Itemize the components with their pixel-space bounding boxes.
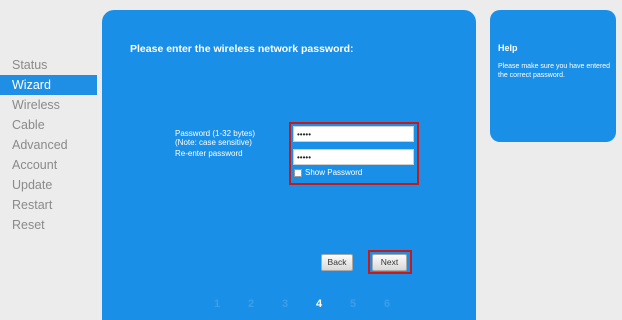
step-3: 3 bbox=[281, 298, 289, 310]
sidebar-item-status[interactable]: Status bbox=[0, 55, 97, 75]
next-button[interactable]: Next bbox=[372, 254, 407, 271]
reenter-password-input[interactable] bbox=[293, 149, 414, 165]
step-5: 5 bbox=[349, 298, 357, 310]
step-4-current: 4 bbox=[315, 298, 323, 310]
sidebar-item-reset[interactable]: Reset bbox=[0, 215, 97, 235]
password-input[interactable] bbox=[293, 126, 414, 142]
show-password-label: Show Password bbox=[305, 168, 363, 177]
reenter-password-label: Re-enter password bbox=[175, 149, 243, 158]
show-password-checkbox[interactable] bbox=[294, 168, 302, 177]
help-panel: Help Please make sure you have entered t… bbox=[490, 10, 616, 142]
back-button[interactable]: Back bbox=[321, 254, 353, 271]
wizard-panel: Please enter the wireless network passwo… bbox=[102, 10, 476, 320]
sidebar-item-account[interactable]: Account bbox=[0, 155, 97, 175]
sidebar-item-advanced[interactable]: Advanced bbox=[0, 135, 97, 155]
sidebar-item-wizard[interactable]: Wizard bbox=[0, 75, 97, 95]
sidebar-item-cable[interactable]: Cable bbox=[0, 115, 97, 135]
step-2: 2 bbox=[247, 298, 255, 310]
password-note: (Note: case sensitive) bbox=[175, 138, 252, 147]
step-6: 6 bbox=[383, 298, 391, 310]
sidebar-item-restart[interactable]: Restart bbox=[0, 195, 97, 215]
step-indicator: 1 2 3 4 5 6 bbox=[200, 298, 404, 310]
help-title: Help bbox=[498, 43, 518, 53]
sidebar-item-update[interactable]: Update bbox=[0, 175, 97, 195]
password-label: Password (1-32 bytes) bbox=[175, 129, 256, 138]
show-password-toggle[interactable]: Show Password bbox=[294, 168, 362, 177]
help-text: Please make sure you have entered the co… bbox=[498, 63, 611, 79]
wizard-title: Please enter the wireless network passwo… bbox=[130, 43, 354, 55]
sidebar-item-wireless[interactable]: Wireless bbox=[0, 95, 97, 115]
step-1: 1 bbox=[213, 298, 221, 310]
sidebar-nav: Status Wizard Wireless Cable Advanced Ac… bbox=[0, 55, 100, 235]
